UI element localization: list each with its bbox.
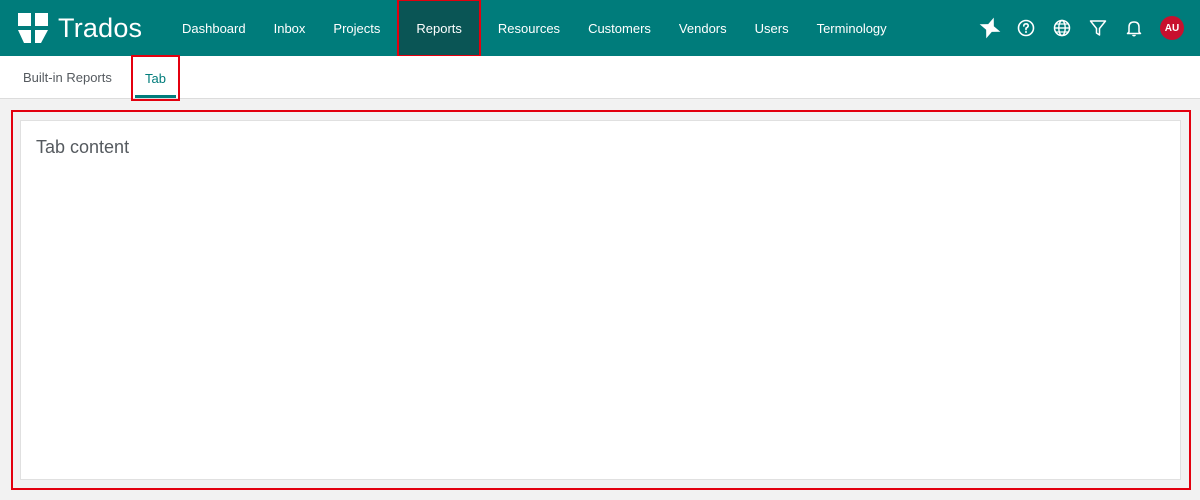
brand-name: Trados [58, 13, 143, 43]
top-navigation-bar: Trados Dashboard Inbox Projects Reports … [0, 0, 1200, 57]
tab-custom[interactable]: Tab [131, 55, 180, 101]
tab-content-text: Tab content [36, 137, 130, 157]
bell-icon[interactable] [1116, 10, 1152, 46]
nav-item-dashboard[interactable]: Dashboard [168, 0, 260, 56]
filter-icon[interactable] [1080, 10, 1116, 46]
nav-item-inbox[interactable]: Inbox [260, 0, 320, 56]
trados-logo-icon [18, 13, 48, 43]
tab-content-panel: Tab content [20, 120, 1181, 480]
nav-item-projects[interactable]: Projects [319, 0, 394, 56]
main-nav: Dashboard Inbox Projects Reports Resourc… [168, 0, 901, 57]
tab-built-in-reports[interactable]: Built-in Reports [23, 56, 112, 99]
ai-assistant-icon[interactable] [972, 10, 1008, 46]
sub-navigation-bar: Built-in Reports Tab [0, 55, 1200, 101]
nav-item-reports[interactable]: Reports [397, 0, 481, 57]
tab-built-in-reports-label: Built-in Reports [23, 70, 112, 85]
nav-item-terminology[interactable]: Terminology [803, 0, 901, 56]
tab-custom-label: Tab [145, 70, 166, 86]
active-tab-indicator [135, 95, 176, 98]
nav-item-users[interactable]: Users [741, 0, 803, 56]
nav-item-vendors[interactable]: Vendors [665, 0, 741, 56]
help-icon[interactable] [1008, 10, 1044, 46]
toolbar-icons: AU [972, 0, 1184, 56]
nav-item-customers[interactable]: Customers [574, 0, 665, 56]
brand-logo[interactable]: Trados [16, 10, 142, 46]
globe-icon[interactable] [1044, 10, 1080, 46]
nav-item-resources[interactable]: Resources [484, 0, 574, 56]
user-avatar[interactable]: AU [1160, 16, 1184, 40]
